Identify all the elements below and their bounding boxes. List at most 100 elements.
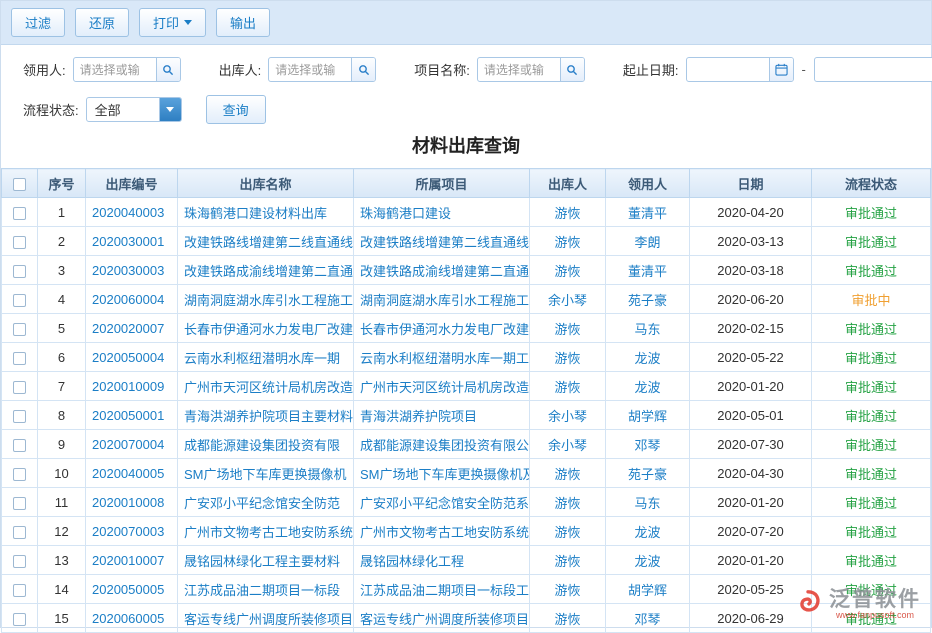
column-header: 出库人 bbox=[530, 169, 606, 198]
date-value: 2020-01-20 bbox=[690, 546, 812, 575]
outbound-code-cell: 2020050005 bbox=[86, 575, 178, 604]
date-value: 2020-03-13 bbox=[690, 227, 812, 256]
row-checkbox[interactable] bbox=[13, 352, 26, 365]
outbound-code-link[interactable]: 2020040003 bbox=[92, 205, 164, 220]
outbound-code-link[interactable]: 2020010008 bbox=[92, 495, 164, 510]
outbound-code-link[interactable]: 2020030001 bbox=[92, 234, 164, 249]
row-checkbox[interactable] bbox=[13, 497, 26, 510]
outbound-code-cell: 2020010008 bbox=[86, 488, 178, 517]
outbound-code-cell: 2020030001 bbox=[86, 227, 178, 256]
row-index: 7 bbox=[38, 372, 86, 401]
project-name: 改建铁路成渝线增建第二直通 bbox=[354, 256, 530, 285]
calendar-icon[interactable] bbox=[769, 58, 793, 81]
export-button[interactable]: 输出 bbox=[216, 8, 270, 37]
recipient-name: 龙波 bbox=[606, 343, 690, 372]
row-index: 10 bbox=[38, 459, 86, 488]
outbound-name: 广州市天河区统计局机房改造 bbox=[178, 372, 354, 401]
status-cell: 审批中 bbox=[812, 285, 931, 314]
status-text: 审批通过 bbox=[845, 583, 897, 598]
row-checkbox[interactable] bbox=[13, 265, 26, 278]
date-end-picker bbox=[814, 57, 932, 82]
row-index: 4 bbox=[38, 285, 86, 314]
date-end-input[interactable] bbox=[815, 58, 932, 81]
table-header-row: 序号出库编号出库名称所属项目出库人领用人日期流程状态 bbox=[2, 169, 931, 198]
outbound-code-link[interactable]: 2020050005 bbox=[92, 582, 164, 597]
outbound-code-link[interactable]: 2020070003 bbox=[92, 524, 164, 539]
project-search-icon[interactable] bbox=[560, 58, 584, 81]
project-picker bbox=[477, 57, 585, 82]
outbound-code-link[interactable]: 2020050004 bbox=[92, 350, 164, 365]
select-all-header bbox=[2, 169, 38, 198]
row-check-cell bbox=[2, 401, 38, 430]
row-checkbox[interactable] bbox=[13, 526, 26, 539]
issuer-name: 游恢 bbox=[530, 227, 606, 256]
row-checkbox[interactable] bbox=[13, 468, 26, 481]
outbound-code-link[interactable]: 2020010007 bbox=[92, 553, 164, 568]
outbound-code-cell: 2020040003 bbox=[86, 198, 178, 227]
issuer-name: 余小琴 bbox=[530, 401, 606, 430]
date-value: 2020-03-18 bbox=[690, 256, 812, 285]
recipient-search-icon[interactable] bbox=[156, 58, 180, 81]
outbound-code-link[interactable]: 2020060005 bbox=[92, 611, 164, 626]
table-row: 32020030003改建铁路成渝线增建第二直通改建铁路成渝线增建第二直通游恢董… bbox=[2, 256, 931, 285]
row-index: 3 bbox=[38, 256, 86, 285]
row-checkbox[interactable] bbox=[13, 439, 26, 452]
print-button[interactable]: 打印 bbox=[139, 8, 206, 37]
status-text: 审批通过 bbox=[845, 467, 897, 482]
row-checkbox[interactable] bbox=[13, 323, 26, 336]
row-index: 9 bbox=[38, 430, 86, 459]
issuer-input[interactable] bbox=[269, 58, 351, 81]
row-checkbox[interactable] bbox=[13, 236, 26, 249]
row-checkbox[interactable] bbox=[13, 584, 26, 597]
outbound-name: 广州市文物考古工地安防系统 bbox=[178, 517, 354, 546]
project-input[interactable] bbox=[478, 58, 560, 81]
table-row: 152020060005客运专线广州调度所装修项目客运专线广州调度所装修项目游恢… bbox=[2, 604, 931, 633]
outbound-code-cell: 2020050004 bbox=[86, 343, 178, 372]
row-checkbox[interactable] bbox=[13, 207, 26, 220]
restore-button[interactable]: 还原 bbox=[75, 8, 129, 37]
status-select[interactable]: 全部 bbox=[86, 97, 182, 122]
outbound-code-link[interactable]: 2020030003 bbox=[92, 263, 164, 278]
outbound-code-link[interactable]: 2020070004 bbox=[92, 437, 164, 452]
row-checkbox[interactable] bbox=[13, 410, 26, 423]
row-check-cell bbox=[2, 430, 38, 459]
issuer-name: 游恢 bbox=[530, 488, 606, 517]
outbound-code-link[interactable]: 2020010009 bbox=[92, 379, 164, 394]
row-check-cell bbox=[2, 575, 38, 604]
date-value: 2020-05-22 bbox=[690, 343, 812, 372]
status-cell: 审批通过 bbox=[812, 198, 931, 227]
outbound-code-link[interactable]: 2020020007 bbox=[92, 321, 164, 336]
table-row: 102020040005SM广场地下车库更换摄像机SM广场地下车库更换摄像机及游… bbox=[2, 459, 931, 488]
table-body: 12020040003珠海鹤港口建设材料出库珠海鹤港口建设游恢董清平2020-0… bbox=[2, 198, 931, 633]
outbound-code-link[interactable]: 2020040005 bbox=[92, 466, 164, 481]
project-label: 项目名称: bbox=[414, 60, 470, 79]
date-start-input[interactable] bbox=[687, 58, 769, 81]
page-title: 材料出库查询 bbox=[1, 132, 931, 158]
project-name: 广州市文物考古工地安防系统维 bbox=[354, 517, 530, 546]
query-button[interactable]: 查询 bbox=[206, 95, 266, 124]
issuer-search-icon[interactable] bbox=[351, 58, 375, 81]
row-checkbox[interactable] bbox=[13, 555, 26, 568]
filter-button[interactable]: 过滤 bbox=[11, 8, 65, 37]
table-row: 22020030001改建铁路线增建第二线直通线改建铁路线增建第二线直通线游恢李… bbox=[2, 227, 931, 256]
outbound-code-link[interactable]: 2020060004 bbox=[92, 292, 164, 307]
row-checkbox[interactable] bbox=[13, 613, 26, 626]
issuer-picker bbox=[268, 57, 376, 82]
chevron-down-icon bbox=[159, 98, 181, 121]
recipient-picker bbox=[73, 57, 181, 82]
project-name: 广安邓小平纪念馆安全防范系统 bbox=[354, 488, 530, 517]
status-text: 审批通过 bbox=[845, 322, 897, 337]
status-text: 审批通过 bbox=[845, 525, 897, 540]
outbound-code-cell: 2020010007 bbox=[86, 546, 178, 575]
date-range-label: 起止日期: bbox=[623, 60, 679, 79]
row-check-cell bbox=[2, 314, 38, 343]
outbound-code-link[interactable]: 2020050001 bbox=[92, 408, 164, 423]
row-checkbox[interactable] bbox=[13, 294, 26, 307]
select-all-checkbox[interactable] bbox=[13, 178, 26, 191]
row-checkbox[interactable] bbox=[13, 381, 26, 394]
status-cell: 审批通过 bbox=[812, 575, 931, 604]
recipient-input[interactable] bbox=[74, 58, 156, 81]
recipient-name: 邓琴 bbox=[606, 604, 690, 633]
outbound-name: 广安邓小平纪念馆安全防范 bbox=[178, 488, 354, 517]
date-start-picker bbox=[686, 57, 794, 82]
